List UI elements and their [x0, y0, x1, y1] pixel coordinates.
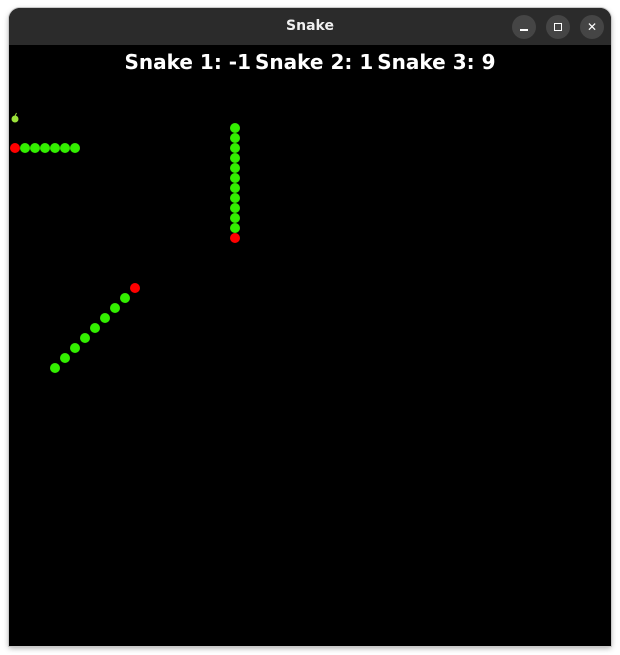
scoreboard: Snake 1: -1 Snake 2: 1 Snake 3: 9 — [9, 50, 611, 74]
game-canvas[interactable]: Snake 1: -1 Snake 2: 1 Snake 3: 9 — [9, 45, 611, 646]
snake-1-segment — [30, 143, 40, 153]
snake-1-segment — [60, 143, 70, 153]
snake-2-segment — [230, 143, 240, 153]
score-snake-2: Snake 2: 1 — [255, 50, 374, 74]
snake-2-segment — [230, 223, 240, 233]
snake-3-segment — [120, 293, 130, 303]
snake-1-segment — [40, 143, 50, 153]
snake-2-segment — [230, 153, 240, 163]
game-window: Snake ✕ Snake 1: -1 Snake 2: 1 Snake 3: 9 — [9, 8, 611, 646]
snake-3-segment — [90, 323, 100, 333]
minimize-button[interactable] — [512, 15, 536, 39]
close-icon: ✕ — [586, 20, 598, 34]
snake-2-head — [230, 233, 240, 243]
snake-3-segment — [110, 303, 120, 313]
score-snake-1: Snake 1: -1 — [124, 50, 252, 74]
snake-2-segment — [230, 173, 240, 183]
snake-3-segment — [100, 313, 110, 323]
snake-2-segment — [230, 203, 240, 213]
snake-3-segment — [70, 343, 80, 353]
game-board — [10, 112, 240, 373]
snake-2-segment — [230, 123, 240, 133]
minimize-icon — [520, 29, 528, 31]
snake-2-segment — [230, 133, 240, 143]
snake-2-segment — [230, 193, 240, 203]
snake-1-segment — [70, 143, 80, 153]
snake-1-segment — [20, 143, 30, 153]
snake-1-head — [10, 143, 20, 153]
snake-3-segment — [50, 363, 60, 373]
snake-3-head — [130, 283, 140, 293]
snake-2-segment — [230, 163, 240, 173]
score-snake-3: Snake 3: 9 — [377, 50, 496, 74]
titlebar[interactable]: Snake ✕ — [9, 8, 611, 45]
apple-icon — [11, 112, 19, 123]
maximize-button[interactable] — [546, 15, 570, 39]
close-button[interactable]: ✕ — [580, 15, 604, 39]
snake-2-segment — [230, 183, 240, 193]
snake-3-segment — [60, 353, 70, 363]
maximize-icon — [554, 23, 562, 31]
snake-1-segment — [50, 143, 60, 153]
snake-3-segment — [80, 333, 90, 343]
snake-2-segment — [230, 213, 240, 223]
